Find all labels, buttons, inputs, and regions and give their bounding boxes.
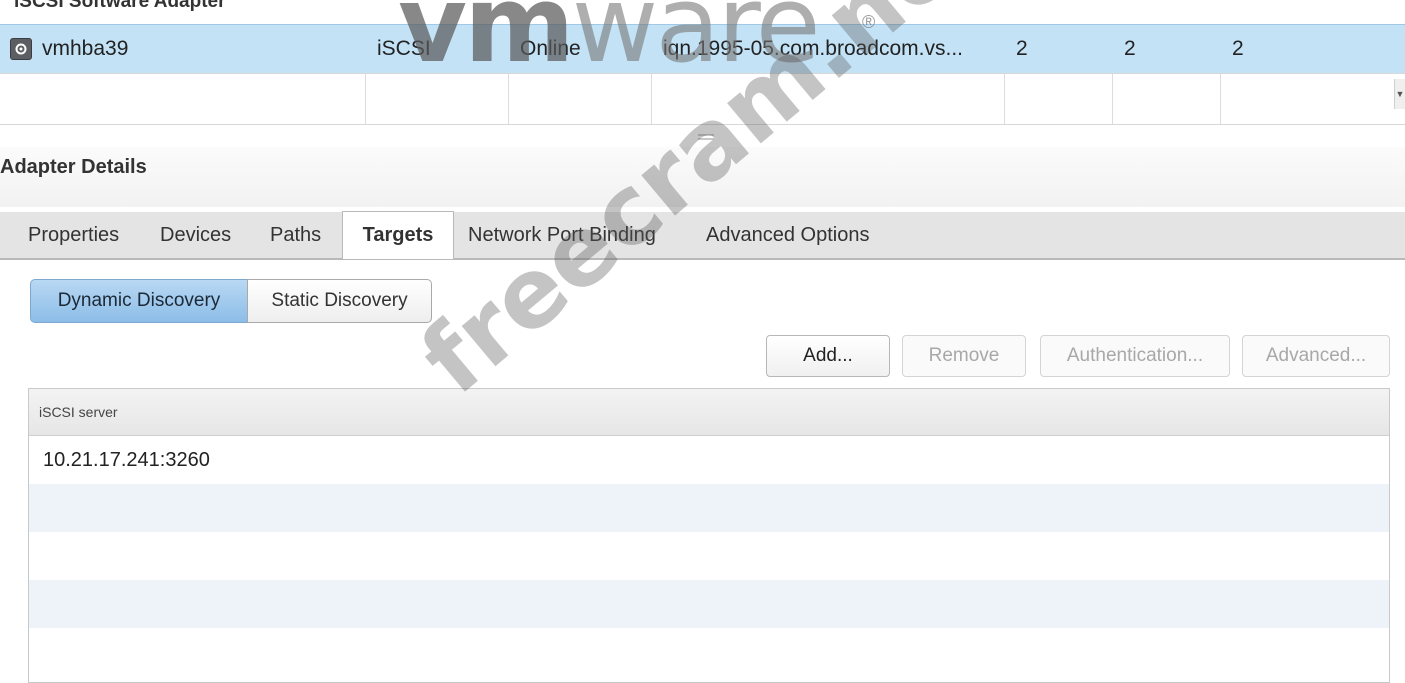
tab-devices[interactable]: Devices	[160, 224, 231, 247]
adapter-type-cell: iSCSI	[377, 37, 431, 60]
registered-mark-icon: ®	[862, 12, 876, 32]
iscsi-server-column-header[interactable]: iSCSI server	[29, 389, 1389, 436]
tab-network-port-binding[interactable]: Network Port Binding	[468, 224, 656, 247]
adapter-targets-cell: 2	[1016, 37, 1028, 60]
storage-adapter-icon	[10, 38, 32, 60]
tab-paths[interactable]: Paths	[270, 224, 321, 247]
scroll-down-arrow-icon[interactable]: ▼	[1394, 79, 1405, 109]
empty-cell	[1220, 74, 1391, 124]
table-row[interactable]: 10.21.17.241:3260	[29, 436, 1389, 484]
authentication-button[interactable]: Authentication...	[1040, 335, 1230, 377]
details-tab-bar: Properties Devices Paths Targets Network…	[0, 211, 1405, 260]
adapter-group-title: iSCSI Software Adapter	[14, 0, 226, 12]
advanced-button[interactable]: Advanced...	[1242, 335, 1390, 377]
remove-button[interactable]: Remove	[902, 335, 1026, 377]
pane-splitter-handle[interactable]	[698, 134, 714, 140]
empty-cell	[651, 74, 1004, 124]
tab-targets[interactable]: Targets	[342, 211, 454, 259]
static-discovery-toggle[interactable]: Static Discovery	[247, 279, 432, 323]
grid-body: 10.21.17.241:3260	[29, 436, 1389, 676]
adapter-table: vmhba39 iSCSI Online iqn.1995-05.com.bro…	[0, 24, 1405, 125]
empty-cell	[365, 74, 508, 124]
adapter-details-title: Adapter Details	[0, 156, 147, 178]
iscsi-server-grid: iSCSI server 10.21.17.241:3260	[28, 388, 1390, 683]
adapter-status-cell: Online	[520, 37, 581, 60]
adapter-name-cell: vmhba39	[10, 25, 362, 73]
adapter-name: vmhba39	[42, 37, 129, 60]
adapter-paths-cell: 2	[1232, 37, 1244, 60]
table-row-empty	[29, 580, 1389, 628]
details-header-band	[0, 147, 1405, 207]
empty-cell	[508, 74, 651, 124]
table-row-empty	[29, 628, 1389, 676]
table-row-empty	[29, 532, 1389, 580]
add-button[interactable]: Add...	[766, 335, 890, 377]
tab-advanced-options[interactable]: Advanced Options	[706, 224, 869, 247]
empty-cell	[1112, 74, 1220, 124]
adapter-identifier-cell: iqn.1995-05.com.broadcom.vs...	[663, 37, 963, 60]
adapter-devices-cell: 2	[1124, 37, 1136, 60]
adapter-row-empty	[0, 74, 1405, 125]
table-row-empty	[29, 484, 1389, 532]
tab-properties[interactable]: Properties	[28, 224, 119, 247]
empty-cell	[1004, 74, 1112, 124]
adapter-row-vmhba39[interactable]: vmhba39 iSCSI Online iqn.1995-05.com.bro…	[0, 24, 1405, 74]
dynamic-discovery-toggle[interactable]: Dynamic Discovery	[30, 279, 248, 323]
